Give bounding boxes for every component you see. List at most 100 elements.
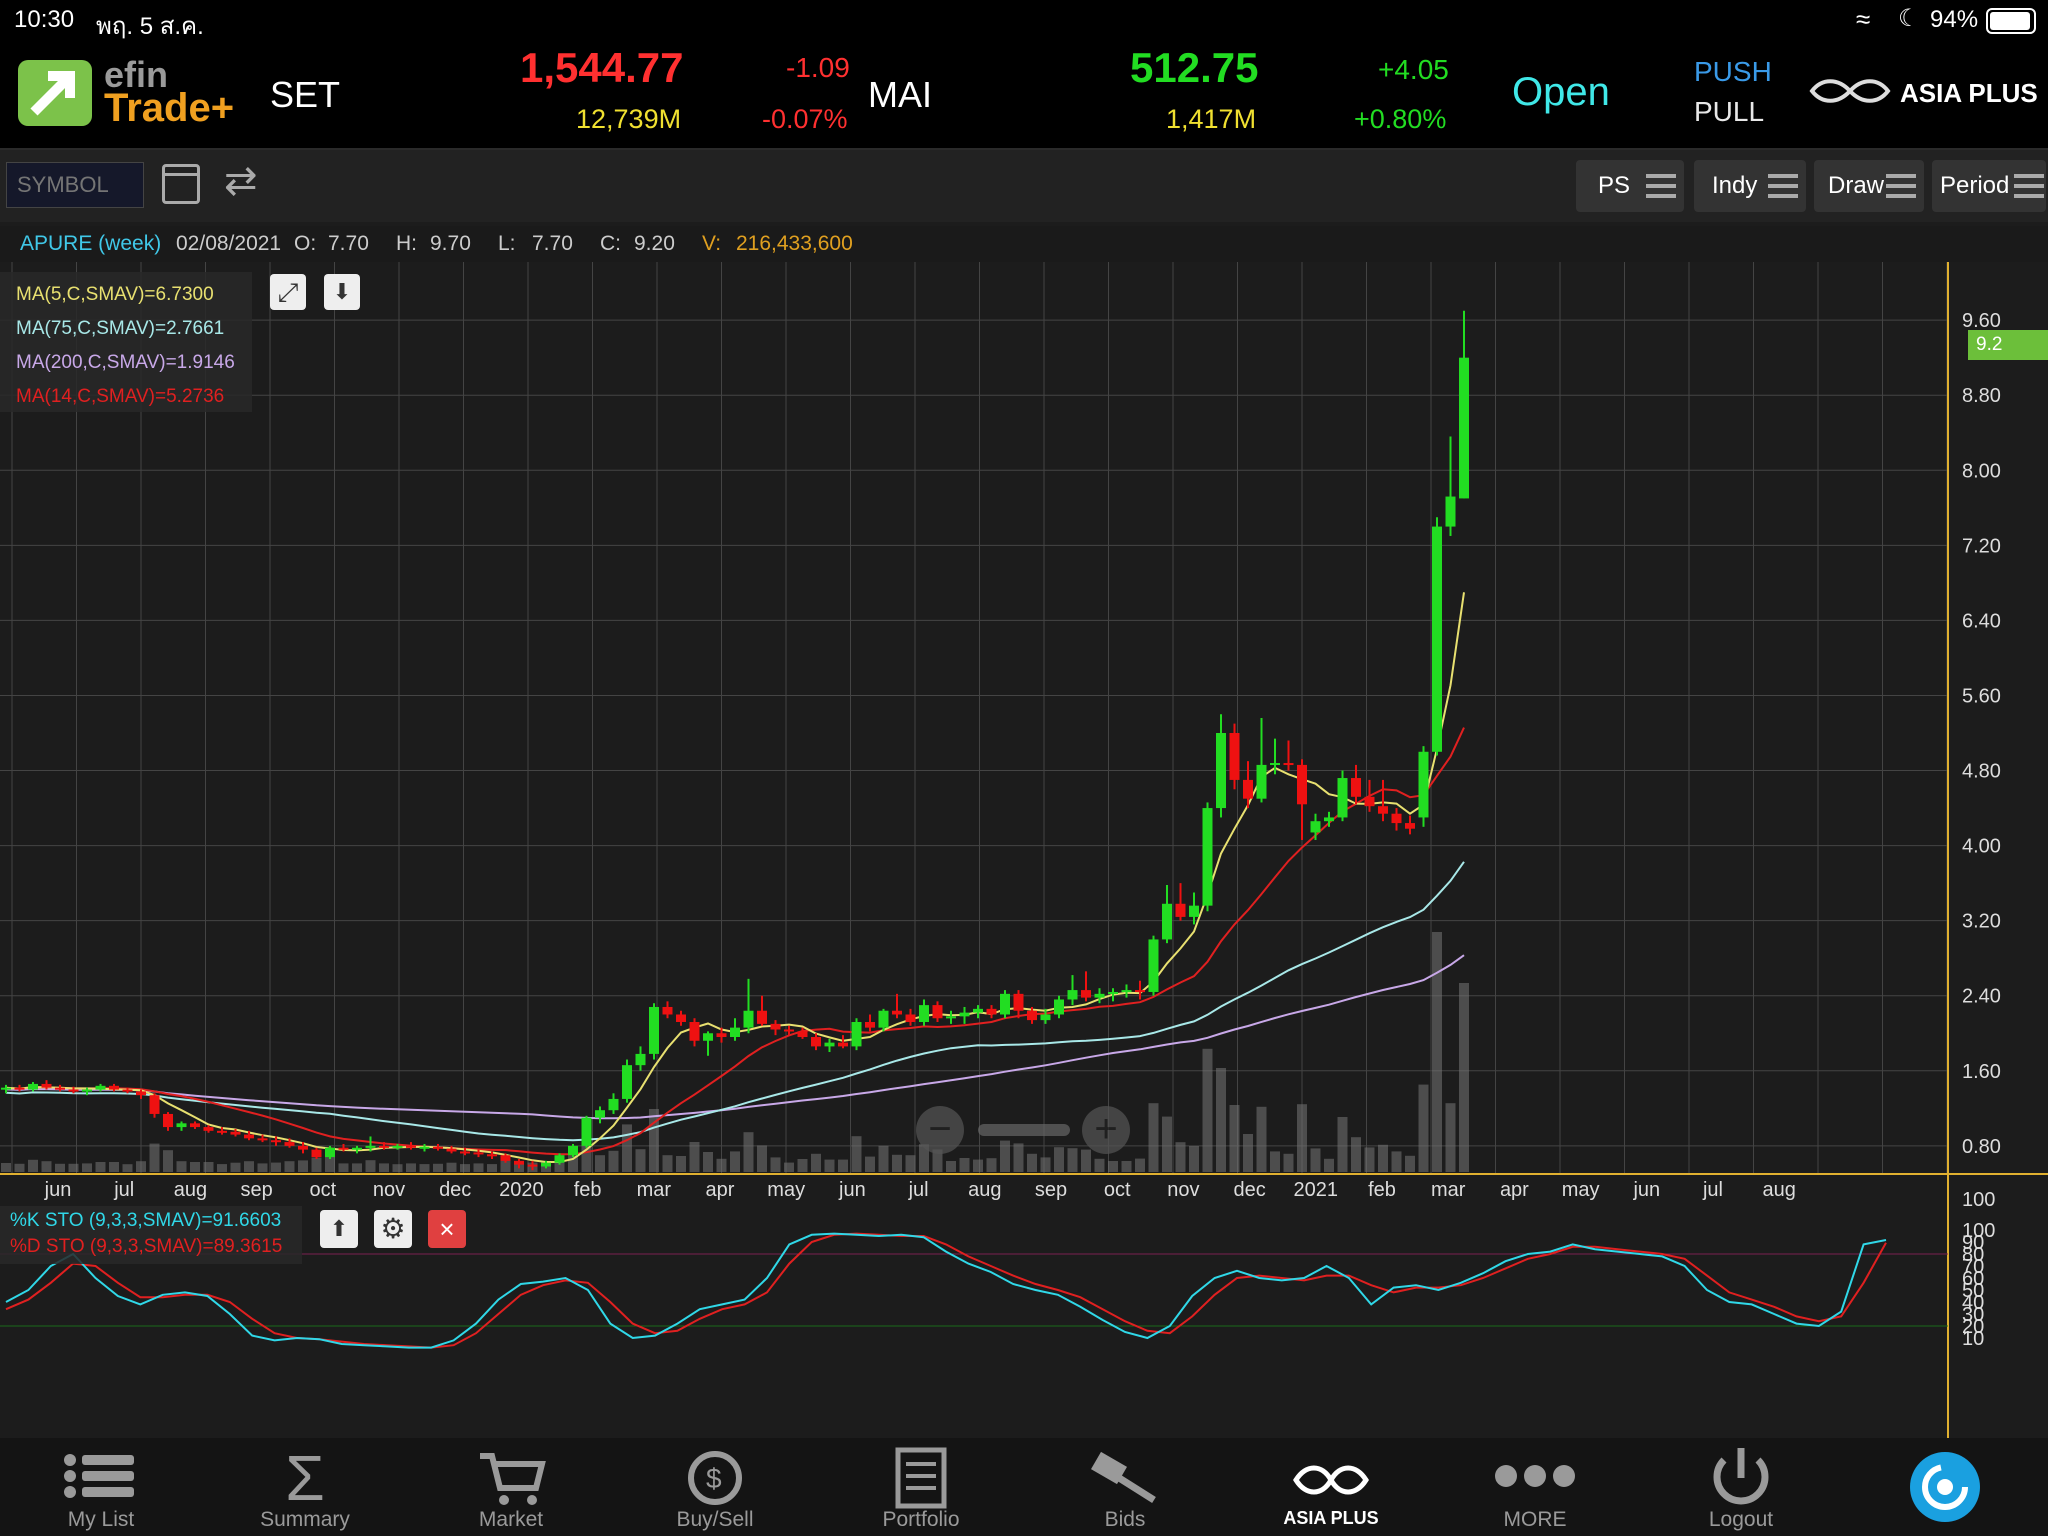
document-icon (846, 1446, 996, 1510)
period-label: Period (1940, 172, 2010, 199)
volume-bar (716, 1158, 727, 1172)
low-value: 7.70 (532, 232, 573, 255)
calendar-icon[interactable] (162, 164, 200, 204)
zoom-slider[interactable] (978, 1124, 1070, 1136)
market-status: Open (1512, 70, 1610, 114)
y-tick-label: 5.60 (1962, 685, 2001, 707)
volume-bar (649, 1109, 659, 1172)
ps-button[interactable]: PS (1576, 160, 1684, 212)
chart-toolbar: ⇄ PS Indy Draw Period (0, 150, 2048, 222)
candle-body (635, 1053, 646, 1066)
nav-summary[interactable]: Σ Summary (230, 1438, 380, 1536)
ma5-line (5, 592, 1465, 1163)
nav-portfolio[interactable]: Portfolio (846, 1438, 996, 1536)
candle-body (28, 1083, 38, 1090)
candle-body (527, 1164, 538, 1167)
volume-bar (824, 1159, 835, 1172)
volume-bar (1162, 1116, 1172, 1172)
open-value: 7.70 (328, 232, 369, 255)
expand-icon[interactable]: ⤢ (270, 274, 306, 310)
high-value: 9.70 (430, 232, 471, 255)
price-chart-svg[interactable]: 0.80 1.60 2.40 3.20 4.00 4.80 5.60 6.40 7.20 8.00… (0, 262, 2048, 1438)
volume-bar (298, 1160, 308, 1172)
x-tick-label: nov (373, 1179, 405, 1201)
nav-asiaplus[interactable]: ASIA PLUS (1256, 1438, 1406, 1536)
candle-body (1351, 778, 1361, 797)
arrow-up-icon[interactable]: ⬆ (320, 1210, 358, 1248)
close-icon[interactable]: × (428, 1210, 466, 1248)
x-tick-label: may (767, 1179, 805, 1201)
set-change: -1.09 (786, 52, 850, 83)
volume-bar (1, 1163, 11, 1172)
list-icon (26, 1446, 176, 1510)
nav-label: MORE (1503, 1508, 1567, 1531)
nav-bids[interactable]: Bids (1050, 1438, 1200, 1536)
candle-body (392, 1145, 403, 1148)
x-tick-label: sep (240, 1179, 272, 1201)
zoom-in-icon[interactable]: + (1082, 1106, 1130, 1154)
symbol-input[interactable] (6, 162, 144, 208)
power-icon (1666, 1446, 1816, 1510)
zoom-out-icon[interactable]: − (916, 1106, 964, 1154)
candle-body (1445, 496, 1456, 527)
candle-body (1324, 817, 1334, 822)
mai-change: +4.05 (1378, 54, 1449, 85)
volume-bar (473, 1163, 484, 1172)
volume-bar (703, 1152, 713, 1172)
candle-body (136, 1091, 146, 1096)
volume-bar (28, 1159, 38, 1172)
x-tick-label: jun (1632, 1179, 1660, 1201)
mai-value: 1,417M (1166, 104, 1257, 134)
volume-bar (460, 1164, 470, 1172)
candle-body (757, 1010, 767, 1024)
brand-trade: Trade+ (104, 86, 235, 130)
asiaplus-logo-icon (1808, 76, 1892, 106)
candle-body (811, 1037, 821, 1047)
candle-body (1054, 999, 1064, 1015)
candle-body (514, 1160, 524, 1165)
volume-bar (1351, 1137, 1361, 1172)
candle-body (743, 1010, 754, 1028)
nav-my-list[interactable]: My List (26, 1438, 176, 1536)
candle-body (1405, 823, 1415, 829)
volume-bar (1108, 1161, 1118, 1172)
volume-bar (446, 1162, 457, 1172)
candle-body (1418, 751, 1429, 818)
nav-buy-sell[interactable]: $ Buy/Sell (640, 1438, 790, 1536)
candle-body (851, 1021, 862, 1047)
candle-body (406, 1145, 416, 1148)
chart-area[interactable]: 0.80 1.60 2.40 3.20 4.00 4.80 5.60 6.40 7.20 8.00… (0, 262, 2048, 1438)
mai-percent: +0.80% (1354, 104, 1447, 134)
candle-body (460, 1151, 470, 1154)
nav-market[interactable]: Market (436, 1438, 586, 1536)
pull-toggle[interactable]: PULL (1694, 96, 1764, 128)
gear-icon[interactable]: ⚙ (374, 1210, 412, 1248)
volume-bar (743, 1132, 754, 1172)
push-toggle[interactable]: PUSH (1694, 56, 1772, 88)
refresh-circle-icon[interactable] (1910, 1452, 1980, 1522)
arrow-down-icon[interactable]: ⬇ (324, 274, 360, 310)
indy-button[interactable]: Indy (1694, 160, 1806, 212)
refresh-icon[interactable]: ⇄ (224, 158, 258, 204)
candle-body (986, 1008, 997, 1015)
candle-body (41, 1083, 52, 1088)
candle-body (487, 1154, 497, 1157)
volume-bar (1148, 1103, 1159, 1172)
period-button[interactable]: Period (1932, 160, 2046, 212)
volume-bar (1094, 1158, 1105, 1172)
x-tick-label: aug (968, 1179, 1001, 1201)
candle-body (1175, 903, 1186, 917)
y-tick-label: 9.60 (1962, 310, 2001, 332)
candle-body (14, 1087, 25, 1090)
candle-body (1337, 778, 1348, 818)
status-bar: 10:30 พฤ. 5 ส.ค. ≈ ☾ 94% (0, 0, 2048, 40)
x-tick-label: mar (637, 1179, 672, 1201)
bar-date: 02/08/2021 (176, 232, 282, 255)
nav-logout[interactable]: Logout (1666, 1438, 1816, 1536)
draw-button[interactable]: Draw (1814, 160, 1924, 212)
indy-label: Indy (1712, 172, 1758, 199)
nav-more[interactable]: MORE (1460, 1438, 1610, 1536)
menu-icon (1886, 174, 1916, 198)
nav-label: Market (478, 1508, 544, 1531)
candle-body (298, 1145, 308, 1150)
